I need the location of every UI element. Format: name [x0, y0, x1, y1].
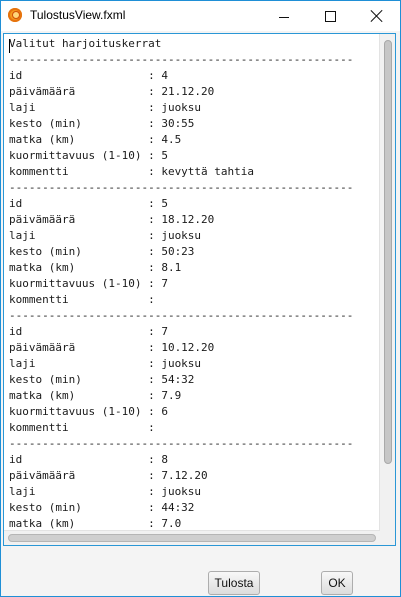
javafx-cup-icon [8, 8, 22, 22]
print-button[interactable]: Tulosta [208, 571, 260, 595]
minimize-icon [279, 16, 289, 18]
text-caret [9, 39, 10, 53]
minimize-button[interactable] [261, 1, 307, 31]
maximize-button[interactable] [307, 1, 353, 31]
dialog-window: TulostusView.fxml Valitut harjoituskerra… [0, 0, 401, 597]
vertical-scroll-thumb[interactable] [384, 40, 392, 464]
horizontal-scroll-thumb[interactable] [8, 534, 376, 542]
horizontal-scrollbar[interactable] [4, 530, 380, 545]
close-button[interactable] [354, 1, 400, 31]
close-icon [371, 10, 383, 22]
ok-button[interactable]: OK [321, 571, 353, 595]
title-bar[interactable]: TulostusView.fxml [1, 1, 400, 31]
maximize-icon [324, 10, 336, 22]
output-text[interactable]: Valitut harjoituskerrat ----------------… [9, 36, 377, 531]
vertical-scrollbar[interactable] [379, 34, 395, 531]
window-title: TulostusView.fxml [30, 8, 126, 22]
output-textarea[interactable]: Valitut harjoituskerrat ----------------… [3, 33, 396, 546]
scrollbar-corner [380, 531, 395, 545]
